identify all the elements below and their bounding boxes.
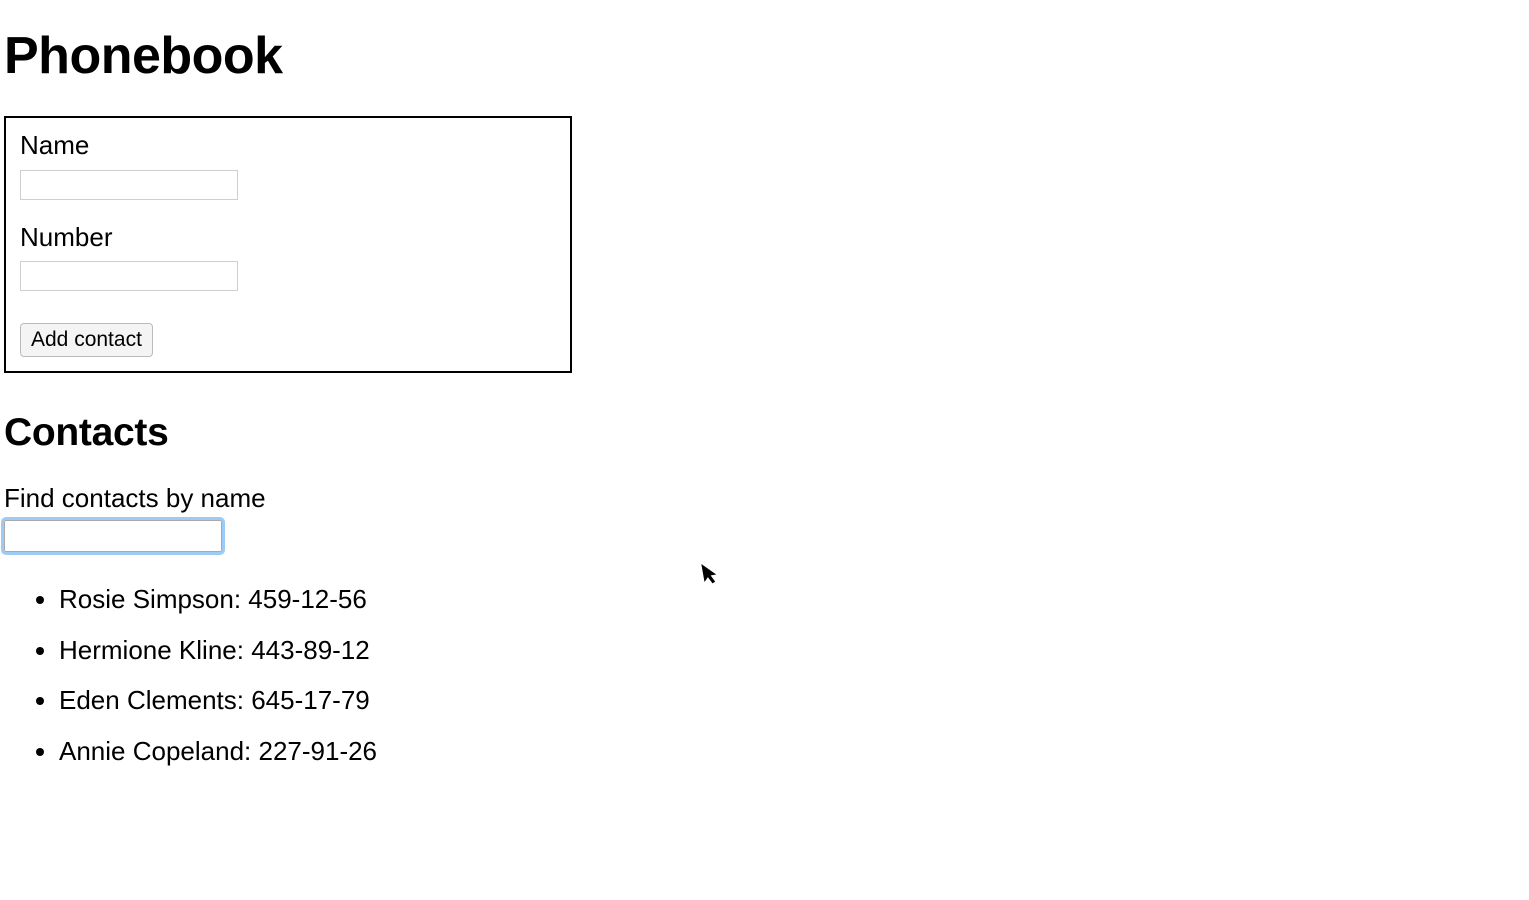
page-title: Phonebook [4,26,1525,86]
contacts-list: Rosie Simpson: 459-12-56Hermione Kline: … [4,574,1525,777]
search-label: Find contacts by name [4,483,1525,514]
add-contact-button[interactable]: Add contact [20,323,153,357]
list-item: Rosie Simpson: 459-12-56 [59,574,1525,625]
search-input[interactable] [4,520,222,552]
number-label: Number [20,222,556,253]
list-item: Annie Copeland: 227-91-26 [59,726,1525,777]
contacts-heading: Contacts [4,411,1525,455]
number-field-group: Number [20,222,556,292]
list-item: Eden Clements: 645-17-79 [59,675,1525,726]
name-field-group: Name [20,130,556,200]
name-input[interactable] [20,170,238,200]
number-input[interactable] [20,261,238,291]
add-contact-form: Name Number Add contact [4,116,572,373]
list-item: Hermione Kline: 443-89-12 [59,625,1525,676]
name-label: Name [20,130,556,161]
